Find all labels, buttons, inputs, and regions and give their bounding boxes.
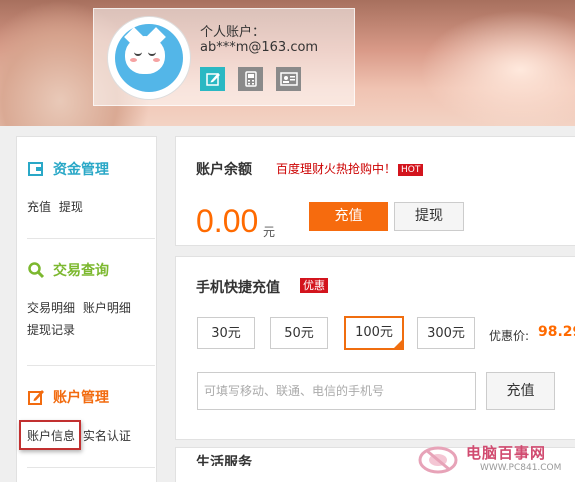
sidebar-section-title: 资金管理 (53, 162, 109, 178)
avatar-blush (130, 58, 137, 62)
sidebar: 资金管理 充值 提现 交易查询 交易明细 账户明细 提现记录 账户管理 账户信息… (16, 136, 157, 482)
promo-link[interactable]: 百度理财火热抢购中！ HOT (276, 160, 424, 177)
amount-option-label: 100元 (355, 325, 393, 340)
pencil-icon (27, 388, 45, 406)
id-card-icon[interactable] (276, 67, 301, 91)
hot-badge: HOT (398, 164, 424, 176)
sidebar-link-withdraw-record[interactable]: 提现记录 (27, 323, 75, 337)
balance-unit: 元 (263, 225, 276, 239)
amount-option-30[interactable]: 30元 (197, 317, 255, 349)
watermark-logo-icon (418, 446, 458, 474)
edit-icon[interactable] (200, 67, 225, 91)
sidebar-divider (27, 365, 155, 366)
sidebar-links-funds: 充值 提现 (27, 196, 87, 218)
phone-number-input[interactable]: 可填写移动、联通、电信的手机号 (197, 372, 476, 410)
mobile-recharge-title: 手机快捷充值 (196, 280, 280, 296)
check-icon: ✓ (394, 338, 401, 347)
profile-banner: 个人账户： ab***m@163.com (0, 0, 575, 126)
search-icon (27, 261, 45, 279)
sidebar-section-title: 账户管理 (53, 390, 109, 406)
charge-button[interactable]: 充值 (309, 202, 388, 231)
sidebar-links-transactions: 交易明细 账户明细 提现记录 (27, 297, 135, 341)
amount-option-100-selected[interactable]: 100元 ✓ (344, 316, 404, 350)
sidebar-section-account[interactable]: 账户管理 (27, 387, 109, 407)
life-service-title: 生活服务 (196, 455, 252, 466)
avatar-blush (153, 58, 160, 62)
sidebar-link-account-detail[interactable]: 账户明细 (83, 301, 131, 315)
sidebar-link-transaction-detail[interactable]: 交易明细 (27, 301, 75, 315)
sidebar-link-recharge[interactable]: 充值 (27, 200, 51, 214)
sidebar-link-real-name-auth[interactable]: 实名认证 (83, 429, 131, 443)
promo-text: 百度理财火热抢购中！ (276, 162, 397, 176)
balance-amount: 0.00 (196, 203, 259, 239)
sidebar-section-transactions[interactable]: 交易查询 (27, 260, 109, 280)
sidebar-divider (27, 467, 155, 468)
avatar[interactable] (108, 17, 190, 99)
withdraw-button[interactable]: 提现 (394, 202, 464, 231)
discount-price-value: 98.29 (538, 324, 575, 340)
recharge-button[interactable]: 充值 (486, 372, 555, 410)
balance-panel: 账户余额 百度理财火热抢购中！ HOT 0.00 元 充值 提现 (175, 136, 575, 246)
wallet-icon (27, 160, 45, 178)
balance-label: 账户余额 (196, 162, 252, 178)
watermark-url: WWW.PC841.COM (480, 463, 562, 473)
highlight-annotation-box (19, 420, 81, 450)
sidebar-section-funds[interactable]: 资金管理 (27, 159, 109, 179)
sidebar-section-title: 交易查询 (53, 263, 109, 279)
account-email: ab***m@163.com (200, 40, 319, 55)
site-watermark: 电脑百事网 WWW.PC841.COM (418, 438, 575, 481)
watermark-name: 电脑百事网 (466, 444, 547, 462)
amount-option-50[interactable]: 50元 (270, 317, 328, 349)
avatar-cat-face (125, 36, 165, 74)
amount-option-300[interactable]: 300元 (417, 317, 475, 349)
sidebar-link-withdraw[interactable]: 提现 (59, 200, 83, 214)
profile-card: 个人账户： ab***m@163.com (93, 8, 355, 106)
sidebar-divider (27, 238, 155, 239)
account-type-label: 个人账户： (200, 25, 266, 40)
discount-badge: 优惠 (300, 278, 328, 293)
mobile-recharge-panel: 手机快捷充值 优惠 30元 50元 100元 ✓ 300元 优惠价: 98.29… (175, 256, 575, 440)
banner-glow (420, 10, 575, 126)
discount-price-label: 优惠价: (489, 329, 530, 343)
phone-icon[interactable] (238, 67, 263, 91)
